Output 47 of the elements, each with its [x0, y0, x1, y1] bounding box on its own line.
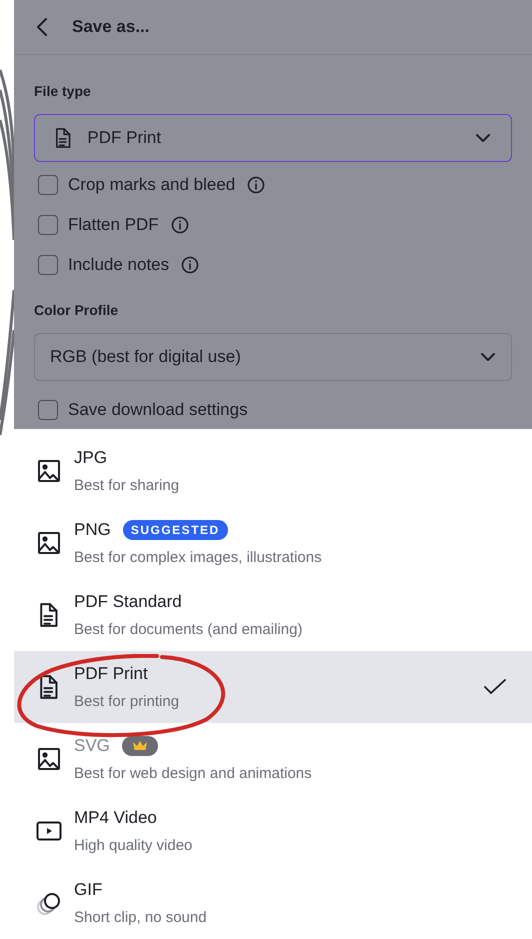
document-icon [39, 675, 59, 699]
checkbox[interactable] [38, 175, 58, 195]
info-icon[interactable] [247, 176, 266, 194]
format-title: PDF Standard [74, 591, 182, 613]
check-icon [484, 679, 506, 695]
image-icon [37, 531, 61, 555]
option-label: Flatten PDF [68, 214, 159, 236]
info-icon[interactable] [170, 216, 189, 234]
document-icon [55, 128, 72, 148]
file-type-value: PDF Print [87, 127, 162, 150]
document-icon [39, 603, 59, 627]
checkbox[interactable] [38, 400, 58, 420]
checkbox[interactable] [38, 255, 58, 275]
image-icon [37, 747, 61, 771]
chevron-down-icon [480, 352, 496, 362]
format-description: Best for complex images, illustrations [74, 548, 323, 568]
format-title: MP4 Video [74, 807, 157, 829]
panel-title: Save as... [72, 16, 150, 38]
crown-icon [132, 740, 148, 752]
back-icon[interactable] [36, 17, 48, 37]
file-type-label: File type [34, 82, 92, 101]
chevron-down-icon [475, 133, 491, 143]
format-title: GIF [74, 879, 102, 901]
option-label: Include notes [68, 254, 170, 276]
file-type-dropdown[interactable]: PDF Print [34, 114, 512, 162]
color-profile-label: Color Profile [34, 301, 120, 320]
format-title: PNG [74, 519, 111, 541]
format-description: High quality video [74, 836, 194, 856]
format-title: PDF Print [74, 663, 148, 685]
image-icon [37, 459, 61, 483]
color-profile-dropdown[interactable]: RGB (best for digital use) [34, 333, 512, 381]
format-description: Best for sharing [74, 476, 180, 496]
format-title: SVG [74, 735, 110, 757]
checkbox[interactable] [38, 215, 58, 235]
option-label: Crop marks and bleed [68, 174, 236, 196]
video-icon [36, 821, 62, 841]
gif-icon [36, 890, 62, 916]
format-description: Best for web design and animations [74, 764, 313, 784]
format-description: Short clip, no sound [74, 908, 208, 928]
format-option[interactable]: PDF Print Best for printing [14, 651, 532, 723]
format-description: Best for documents (and emailing) [74, 620, 304, 640]
suggested-badge: SUGGESTED [122, 520, 228, 540]
info-icon[interactable] [181, 256, 200, 274]
color-profile-value: RGB (best for digital use) [50, 346, 242, 368]
format-description: Best for printing [74, 692, 180, 712]
format-title: JPG [74, 447, 108, 469]
save-settings-label: Save download settings [68, 399, 248, 422]
